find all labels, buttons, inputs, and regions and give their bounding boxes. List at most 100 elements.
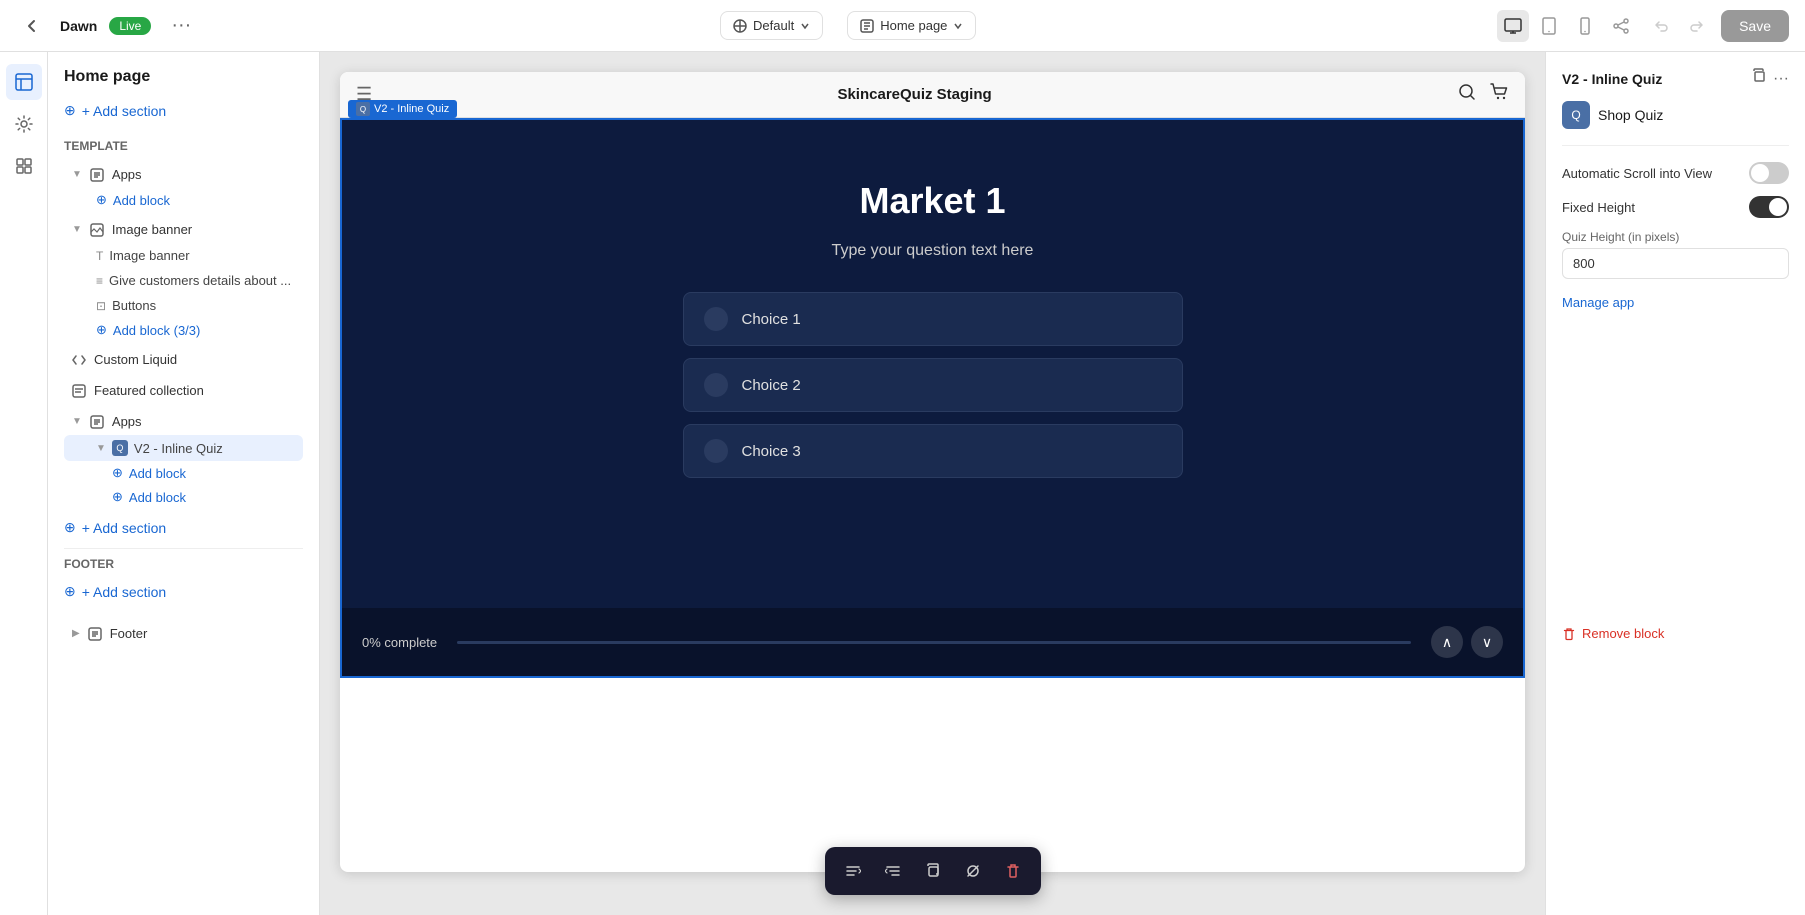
manage-app-link[interactable]: Manage app bbox=[1562, 295, 1789, 310]
text-icon: T bbox=[96, 249, 103, 263]
fixed-height-toggle-row: Fixed Height bbox=[1562, 196, 1789, 218]
search-icon[interactable] bbox=[1457, 82, 1477, 107]
sidebar-subitem-image-banner[interactable]: T Image banner bbox=[64, 243, 303, 268]
browser-chrome: ☰ SkincareQuiz Staging Q bbox=[340, 72, 1525, 872]
add-section-top-button[interactable]: ⊕ + Add section bbox=[64, 98, 166, 123]
sidebar-item-apps-top[interactable]: ▼ Apps bbox=[64, 161, 303, 188]
add-block-apps-button[interactable]: ⊕ Add block bbox=[64, 188, 178, 212]
share-view-button[interactable] bbox=[1605, 10, 1637, 42]
page-selector[interactable]: Home page bbox=[847, 11, 976, 40]
section-tag[interactable]: Q V2 - Inline Quiz bbox=[348, 100, 457, 118]
auto-scroll-toggle[interactable] bbox=[1749, 162, 1789, 184]
quiz-title: Market 1 bbox=[859, 180, 1005, 222]
panel-more-button[interactable]: ··· bbox=[1773, 68, 1789, 89]
choice-option-2[interactable]: Choice 2 bbox=[683, 358, 1183, 412]
footer-label: Footer bbox=[64, 557, 303, 571]
footer-section: Footer ⊕ + Add section ▶ Footer bbox=[64, 557, 303, 647]
remove-block-label: Remove block bbox=[1582, 626, 1664, 641]
progress-up-button[interactable]: ∧ bbox=[1431, 626, 1463, 658]
progress-nav: ∧ ∨ bbox=[1431, 626, 1503, 658]
sidebar-item-footer-label: Footer bbox=[110, 626, 148, 641]
quiz-wrapper: Q V2 - Inline Quiz Market 1 Type your qu… bbox=[340, 118, 1525, 678]
add-block-plus-icon: ⊕ bbox=[96, 322, 107, 338]
settings-icon-button[interactable] bbox=[6, 106, 42, 142]
quiz-section: Market 1 Type your question text here Ch… bbox=[340, 118, 1525, 678]
choice-option-3[interactable]: Choice 3 bbox=[683, 424, 1183, 478]
progress-bar bbox=[457, 641, 1411, 644]
theme-selector[interactable]: Default bbox=[720, 11, 823, 40]
sidebar-item-footer[interactable]: ▶ Footer bbox=[64, 620, 303, 647]
v2-quiz-icon: Q bbox=[112, 440, 128, 456]
add-section-mid-button[interactable]: ⊕ + Add section bbox=[64, 515, 166, 540]
divider bbox=[64, 548, 303, 549]
chevron-right-icon: ▼ bbox=[96, 443, 106, 454]
v2-quiz-add-blocks: ⊕ Add block ⊕ Add block bbox=[64, 461, 303, 509]
shop-quiz-icon: Q bbox=[1562, 101, 1590, 129]
chevron-right-icon: ▶ bbox=[72, 628, 80, 639]
save-button[interactable]: Save bbox=[1721, 10, 1789, 42]
paragraph-icon: ≡ bbox=[96, 274, 103, 288]
more-menu-button[interactable]: ··· bbox=[163, 10, 199, 41]
redo-button[interactable] bbox=[1681, 10, 1713, 42]
sidebar-item-image-banner-label: Image banner bbox=[112, 222, 192, 237]
back-button[interactable] bbox=[16, 10, 48, 42]
toolbar-left-align-button[interactable] bbox=[837, 855, 869, 887]
add-block-v2-2-button[interactable]: ⊕ Add block bbox=[112, 485, 194, 509]
choice-label-1: Choice 1 bbox=[742, 311, 801, 328]
add-section-plus-icon: ⊕ bbox=[64, 519, 76, 536]
sidebar-item-custom-liquid[interactable]: Custom Liquid bbox=[64, 346, 303, 373]
floating-toolbar bbox=[825, 847, 1041, 895]
custom-liquid-section: Custom Liquid bbox=[64, 346, 303, 373]
add-block-image-banner-button[interactable]: ⊕ Add block (3/3) bbox=[64, 318, 208, 342]
live-badge: Live bbox=[109, 17, 151, 35]
toolbar-duplicate-button[interactable] bbox=[917, 855, 949, 887]
sidebar-subitem-buttons[interactable]: ⊡ Buttons bbox=[64, 293, 303, 318]
right-panel: V2 - Inline Quiz ··· Q Shop Quiz Automat… bbox=[1545, 52, 1805, 915]
store-name: Dawn bbox=[60, 18, 97, 34]
panel-spacer bbox=[1562, 310, 1789, 610]
tablet-view-button[interactable] bbox=[1533, 10, 1565, 42]
toolbar-hide-button[interactable] bbox=[957, 855, 989, 887]
canvas-area: ☰ SkincareQuiz Staging Q bbox=[320, 52, 1545, 915]
apps-section: ▼ Apps ⊕ Add block bbox=[64, 161, 303, 212]
sidebar-subitem-v2-inline-quiz-label: V2 - Inline Quiz bbox=[134, 441, 223, 456]
sidebar-subitem-customers-details[interactable]: ≡ Give customers details about ... bbox=[64, 268, 303, 293]
mobile-view-button[interactable] bbox=[1569, 10, 1601, 42]
panel-copy-button[interactable] bbox=[1751, 68, 1767, 89]
choice-label-2: Choice 2 bbox=[742, 377, 801, 394]
sidebar-item-apps-bottom[interactable]: ▼ Apps bbox=[64, 408, 303, 435]
auto-scroll-toggle-row: Automatic Scroll into View bbox=[1562, 162, 1789, 184]
quiz-subtitle: Type your question text here bbox=[832, 242, 1034, 260]
blocks-icon-button[interactable] bbox=[6, 148, 42, 184]
sidebar-icon-column bbox=[0, 52, 48, 915]
add-section-plus-icon: ⊕ bbox=[64, 583, 76, 600]
sidebar-item-custom-liquid-label: Custom Liquid bbox=[94, 352, 177, 367]
sidebar-item-featured-collection[interactable]: Featured collection bbox=[64, 377, 303, 404]
view-icons bbox=[1497, 10, 1637, 42]
sidebar-item-featured-collection-label: Featured collection bbox=[94, 383, 204, 398]
progress-text: 0% complete bbox=[362, 635, 437, 650]
toolbar-right-align-button[interactable] bbox=[877, 855, 909, 887]
chevron-down-icon: ▼ bbox=[72, 416, 82, 427]
fixed-height-toggle[interactable] bbox=[1749, 196, 1789, 218]
sidebar-subitem-v2-inline-quiz[interactable]: ▼ Q V2 - Inline Quiz bbox=[64, 435, 303, 461]
cart-icon[interactable] bbox=[1489, 82, 1509, 107]
sections-icon-button[interactable] bbox=[6, 64, 42, 100]
chevron-down-icon: ▼ bbox=[72, 169, 82, 180]
featured-collection-section: Featured collection bbox=[64, 377, 303, 404]
choice-option-1[interactable]: Choice 1 bbox=[683, 292, 1183, 346]
undo-button[interactable] bbox=[1645, 10, 1677, 42]
remove-block-button[interactable]: Remove block bbox=[1562, 610, 1664, 641]
footer-add-section-button[interactable]: ⊕ + Add section bbox=[64, 579, 166, 604]
progress-down-button[interactable]: ∨ bbox=[1471, 626, 1503, 658]
sidebar-item-image-banner[interactable]: ▼ Image banner bbox=[64, 216, 303, 243]
toolbar-delete-button[interactable] bbox=[997, 855, 1029, 887]
add-block-plus-icon: ⊕ bbox=[96, 192, 107, 208]
choice-radio-2 bbox=[704, 373, 728, 397]
store-display-name: SkincareQuiz Staging bbox=[837, 86, 991, 103]
quiz-height-input[interactable] bbox=[1562, 248, 1789, 279]
add-block-v2-1-button[interactable]: ⊕ Add block bbox=[112, 461, 194, 485]
desktop-view-button[interactable] bbox=[1497, 10, 1529, 42]
panel-header-icons: ··· bbox=[1751, 68, 1789, 89]
canvas-scroll: ☰ SkincareQuiz Staging Q bbox=[320, 52, 1545, 915]
